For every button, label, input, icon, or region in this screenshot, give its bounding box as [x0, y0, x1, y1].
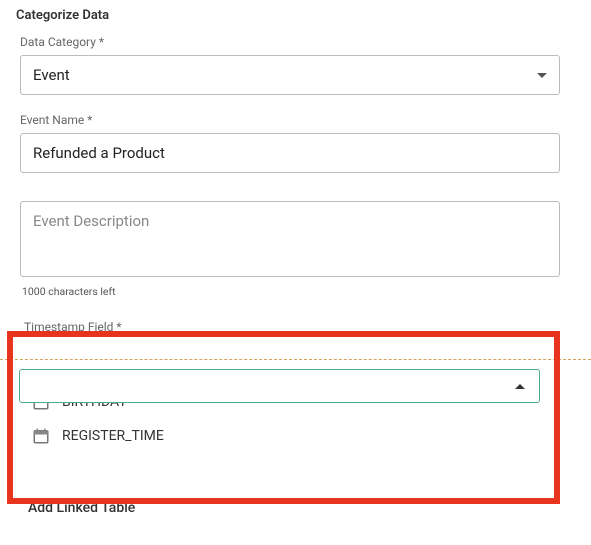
chevron-down-icon: [537, 73, 547, 78]
data-category-select[interactable]: Event: [20, 55, 560, 95]
timestamp-field-select[interactable]: [19, 369, 540, 403]
dropdown-option-register-time[interactable]: REGISTER_TIME: [16, 419, 540, 453]
event-description-helper: 1000 characters left: [22, 285, 575, 298]
calendar-icon: [32, 427, 50, 445]
dashed-divider: [0, 359, 591, 360]
chevron-up-icon: [515, 384, 525, 389]
event-name-group: Event Name *: [16, 113, 575, 173]
timestamp-field-group: Timestamp Field *: [16, 320, 575, 334]
event-description-group: 1000 characters left: [16, 201, 575, 298]
event-name-label: Event Name *: [20, 113, 575, 127]
timestamp-field-label: Timestamp Field *: [24, 320, 575, 334]
data-category-label: Data Category *: [20, 35, 575, 49]
event-name-input[interactable]: [20, 133, 560, 173]
data-category-value: Event: [33, 66, 70, 84]
add-linked-table-label: Add Linked Table: [28, 500, 135, 516]
section-title: Categorize Data: [16, 8, 575, 23]
data-category-group: Data Category * Event: [16, 35, 575, 95]
event-description-textarea[interactable]: [20, 201, 560, 277]
dropdown-option-label: REGISTER_TIME: [62, 428, 164, 444]
